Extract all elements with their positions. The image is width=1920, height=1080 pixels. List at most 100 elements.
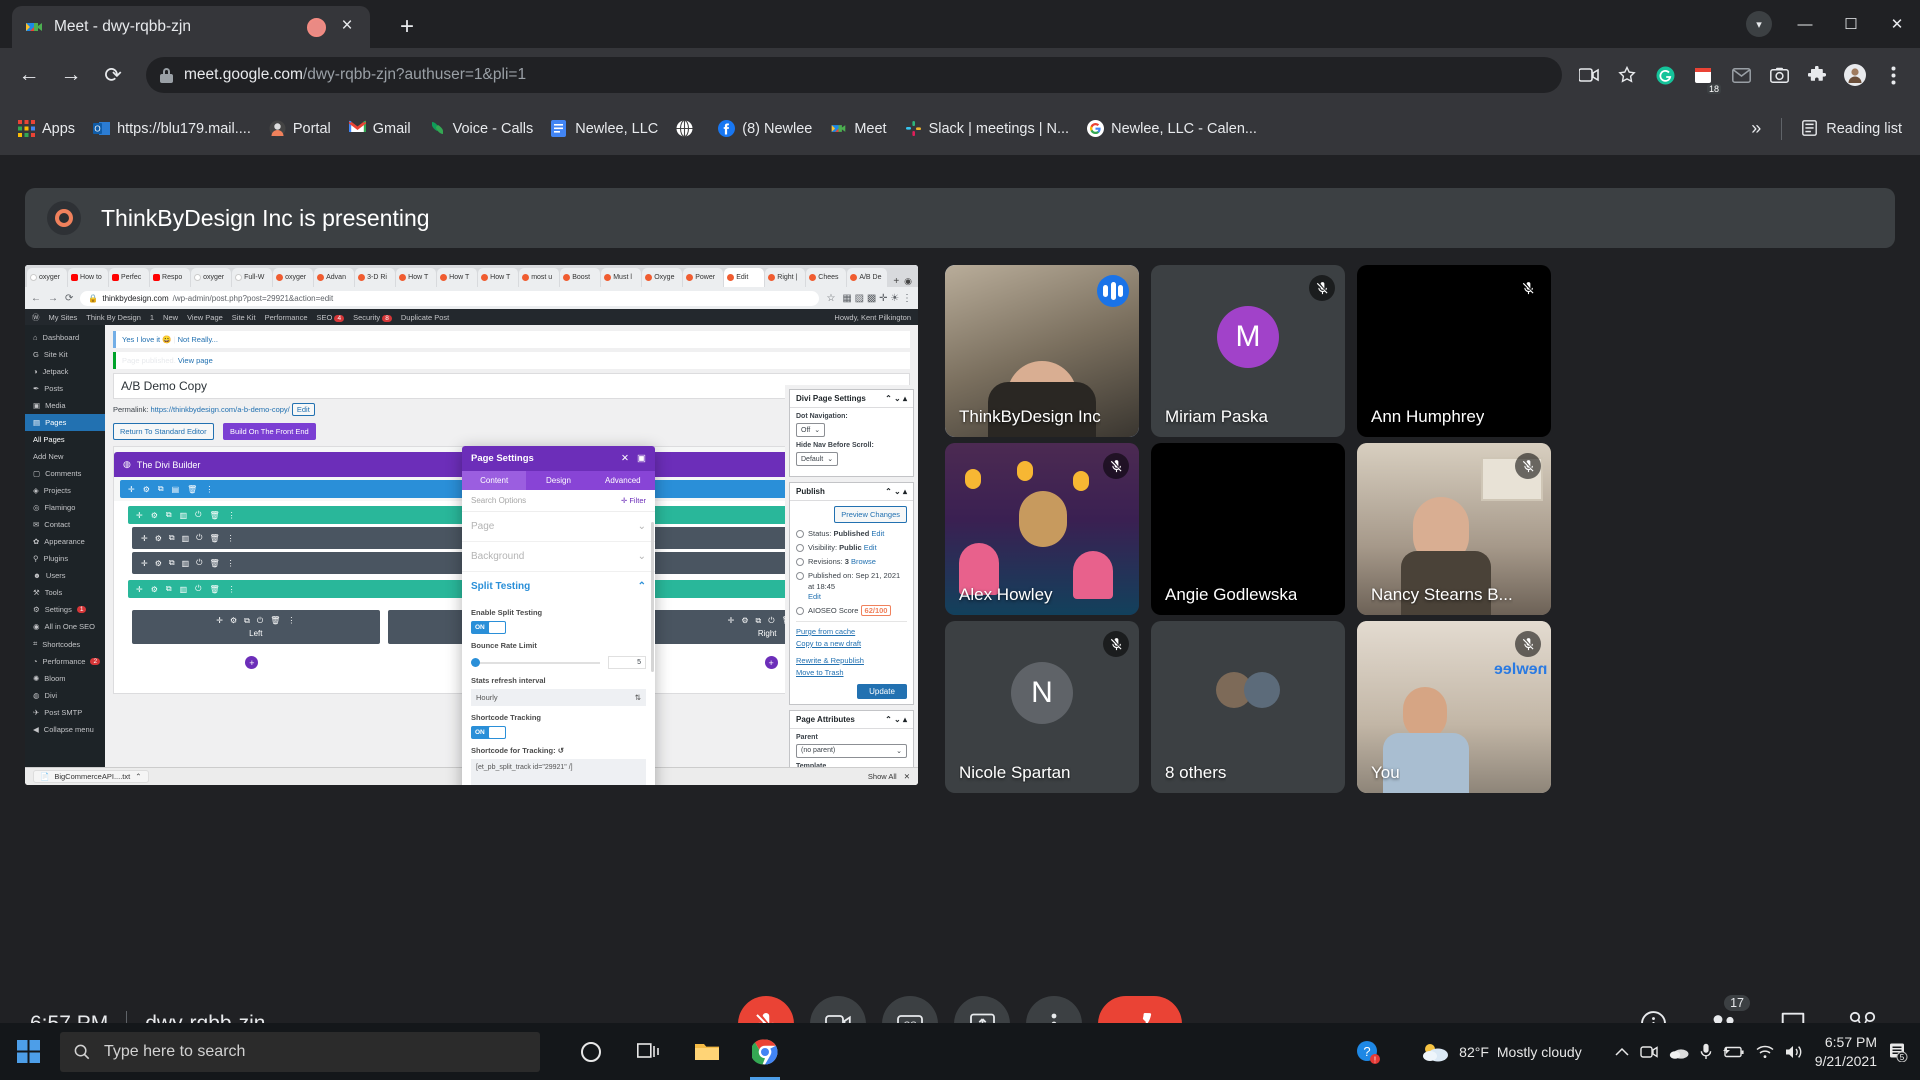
sidebar-item-users[interactable]: ☻ Users [25,567,105,584]
chevron-up-icon[interactable]: ⌃ [135,772,141,781]
battery-icon[interactable] [1722,1045,1745,1059]
delete-icon[interactable]: 🗑 [187,485,197,494]
accordion-background[interactable]: Background ⌄ [462,542,655,572]
shared-url[interactable]: 🔒 thinkbydesign.com/wp-admin/post.php?po… [80,290,820,306]
wp-adminbar-security[interactable]: Security 8 [353,313,392,322]
grammarly-icon[interactable] [1648,58,1682,92]
wifi-icon[interactable] [1756,1045,1774,1059]
sidebar-item-all-in-one-seo[interactable]: ◉ All in One SEO [25,618,105,635]
shared-tab[interactable]: How to [68,268,109,287]
bookmark-gmail[interactable]: Gmail [341,115,419,142]
shared-tab[interactable]: Oxyge [642,268,683,287]
start-button[interactable] [0,1023,56,1080]
notice-yes-link[interactable]: Yes I love it [122,335,160,344]
move-icon[interactable]: ✛ [128,485,135,494]
wp-adminbar-new[interactable]: New [163,313,178,322]
dot-navigation-select[interactable]: Off ⌄ [796,423,826,437]
shared-tab[interactable]: How T [478,268,519,287]
bounce-rate-slider[interactable] [471,657,600,667]
move-icon[interactable]: ✛ [728,616,735,626]
search-input[interactable]: Type here to search [60,1031,540,1072]
save-icon[interactable]: ⏻ [196,533,202,543]
extensions-icon[interactable] [1800,58,1834,92]
delete-icon[interactable]: 🗑 [209,534,219,543]
delete-icon[interactable]: 🗑 [209,585,219,594]
save-icon[interactable]: ⏻ [257,616,263,626]
shared-tab[interactable]: Respo [150,268,191,287]
delete-icon[interactable]: 🗑 [209,559,219,568]
shared-tab[interactable]: Right | [765,268,806,287]
save-icon[interactable]: ⏻ [196,558,202,568]
gear-icon[interactable]: ⚙ [230,616,237,626]
filter-button[interactable]: ✛ Filter [621,496,646,505]
new-tab-button[interactable]: + [392,12,422,42]
mic-tray-icon[interactable] [1700,1043,1712,1060]
bounce-rate-value[interactable]: 5 [608,656,646,669]
volume-icon[interactable] [1785,1044,1804,1060]
sidebar-item-contact[interactable]: ✉ Contact [25,516,105,533]
columns-icon[interactable]: ▥ [180,511,188,520]
sidebar-item-projects[interactable]: ◈ Projects [25,482,105,499]
shared-tab[interactable]: A/B De [847,268,888,287]
shared-tab[interactable]: Chees [806,268,847,287]
back-button[interactable]: ← [10,56,48,94]
shared-tab[interactable]: oxyger [273,268,314,287]
move-to-trash-link[interactable]: Move to Trash [796,667,907,679]
browser-tab-meet[interactable]: Meet - dwy-rqbb-zjn × [12,6,370,48]
shared-profile-icon[interactable]: ◉ [904,276,918,287]
more-menu-icon[interactable] [1876,58,1910,92]
save-icon[interactable]: ⏻ [195,510,201,520]
duplicate-icon[interactable]: ⧉ [756,616,762,626]
copy-new-draft-link[interactable]: Copy to a new draft [796,638,907,650]
notice-no-link[interactable]: Not Really... [178,335,218,344]
shared-tab[interactable]: How T [437,268,478,287]
rewrite-republish-link[interactable]: Rewrite & Republish [796,655,907,667]
chrome-icon[interactable] [736,1023,794,1080]
more-icon[interactable]: ⋮ [287,616,295,626]
close-icon[interactable]: ✕ [904,772,910,781]
visibility-edit-link[interactable]: Edit [864,543,877,552]
delete-icon[interactable]: 🗑 [209,511,219,520]
sidebar-item-post-smtp[interactable]: ✈ Post SMTP [25,704,105,721]
panel-toggle-icons[interactable]: ⌃ ⌄ ▴ [885,394,907,403]
participant-tile-nancy-stearns[interactable]: Nancy Stearns B... [1357,443,1551,615]
duplicate-icon[interactable]: ⧉ [158,484,164,494]
wp-adminbar-comments[interactable]: 1 [150,313,154,322]
move-icon[interactable]: ✛ [141,559,148,568]
bookmark-newlee-facebook[interactable]: (8) Newlee [710,115,820,142]
help-icon[interactable]: ?! [1356,1040,1381,1064]
window-close-button[interactable]: ✕ [1874,0,1920,48]
participant-tile-thinkbydesign[interactable]: ThinkByDesign Inc [945,265,1139,437]
page-settings-modal[interactable]: Page Settings ✕ ▣ Content Design Advance… [462,446,655,785]
participant-tile-ann-humphrey[interactable]: Ann Humphrey [1357,265,1551,437]
bookmark-apps[interactable]: Apps [10,115,83,142]
wp-adminbar-site-kit[interactable]: Site Kit [232,313,256,322]
gear-icon[interactable]: ⚙ [143,485,150,494]
participant-tile-alex-howley[interactable]: Alex Howley [945,443,1139,615]
sidebar-item-media[interactable]: ▣ Media [25,397,105,414]
add-module-button[interactable]: + [245,656,259,669]
sidebar-item-comments[interactable]: ▢ Comments [25,465,105,482]
move-icon[interactable]: ✛ [141,534,148,543]
sidebar-item-collapse-menu[interactable]: ◀ Collapse menu [25,721,105,738]
modal-scrollbar[interactable] [651,522,654,672]
build-front-end-button[interactable]: Build On The Front End [223,423,316,440]
duplicate-icon[interactable]: ⧉ [169,533,175,543]
sidebar-item-settings[interactable]: ⚙ Settings 1 [25,601,105,618]
sidebar-item-plugins[interactable]: ⚲ Plugins [25,550,105,567]
sidebar-item-divi[interactable]: ◍ Divi [25,687,105,704]
move-icon[interactable]: ✛ [216,616,223,626]
shared-tab-selected[interactable]: Edit [724,268,765,287]
sidebar-item-bloom[interactable]: ✺ Bloom [25,670,105,687]
sidebar-item-dashboard[interactable]: ⌂ Dashboard [25,329,105,346]
participant-tile-miriam-paska[interactable]: M Miriam Paska [1151,265,1345,437]
more-icon[interactable]: ⋮ [227,559,235,568]
sidebar-item-add-new[interactable]: Add New [25,448,105,465]
permalink-edit-button[interactable]: Edit [291,403,315,416]
shared-tab[interactable]: Advan [314,268,355,287]
shared-tab[interactable]: How T [396,268,437,287]
shortcode-tracking-toggle[interactable]: ON [471,726,506,739]
view-page-link[interactable]: View page [178,356,213,365]
bookmark-newlee-calendar[interactable]: Newlee, LLC - Calen... [1079,115,1265,142]
shared-new-tab-button[interactable]: + [888,276,904,287]
